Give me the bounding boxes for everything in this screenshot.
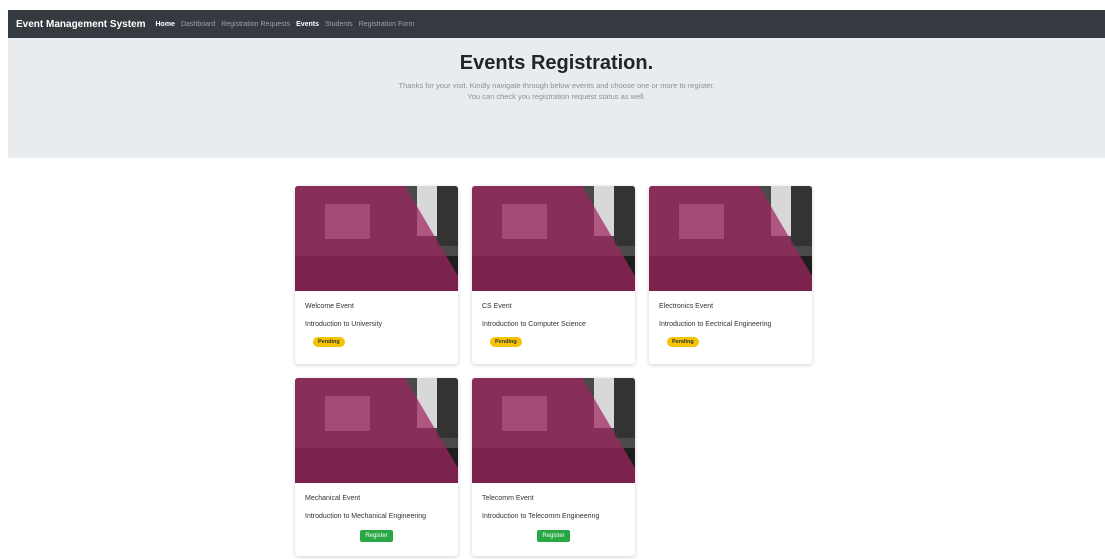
event-description: Introduction to University xyxy=(305,321,383,328)
event-title: CS Event xyxy=(482,303,512,310)
nav-dashboard[interactable]: Dashboard xyxy=(181,21,215,28)
event-description: Introduction to Computer Science xyxy=(482,321,586,328)
event-card: Welcome Event Introduction to University… xyxy=(295,186,458,364)
page-title: Events Registration. xyxy=(459,52,654,74)
event-image xyxy=(472,378,635,483)
event-description: Introduction to Mechanical Engineering xyxy=(305,513,427,520)
nav-registration-form[interactable]: Registration Form xyxy=(359,21,415,28)
hero-line-2: You can check you registration request s… xyxy=(467,92,646,101)
brand[interactable]: Event Management System xyxy=(16,19,146,30)
event-card: Telecomm Event Introduction to Telecomm … xyxy=(472,378,635,556)
event-cards: Welcome Event Introduction to University… xyxy=(295,186,815,556)
event-card: CS Event Introduction to Computer Scienc… xyxy=(472,186,635,364)
navbar: Event Management System Home Dashboard R… xyxy=(8,10,1105,38)
register-button[interactable]: Register xyxy=(537,530,570,542)
event-title: Welcome Event xyxy=(305,303,354,310)
event-image xyxy=(295,378,458,483)
hero-line-1: Thanks for your visit. Kindly navigate t… xyxy=(398,81,715,90)
hero-text: Thanks for your visit. Kindly navigate t… xyxy=(8,80,1105,102)
event-image xyxy=(472,186,635,291)
status-badge: Pending xyxy=(490,337,522,347)
event-description: Introduction to Telecomm Engineering xyxy=(482,513,600,520)
nav-students[interactable]: Students xyxy=(325,21,353,28)
nav-home[interactable]: Home xyxy=(156,21,175,28)
event-image xyxy=(295,186,458,291)
status-badge: Pending xyxy=(667,337,699,347)
event-card: Electronics Event Introduction to Eectri… xyxy=(649,186,812,364)
event-card: Mechanical Event Introduction to Mechani… xyxy=(295,378,458,556)
event-title: Telecomm Event xyxy=(482,495,534,502)
event-title: Mechanical Event xyxy=(305,495,361,502)
event-title: Electronics Event xyxy=(659,303,714,310)
nav-events[interactable]: Events xyxy=(296,21,319,28)
event-description: Introduction to Eectrical Engineering xyxy=(659,321,772,328)
status-badge: Pending xyxy=(313,337,345,347)
register-button[interactable]: Register xyxy=(360,530,393,542)
hero: Events Registration. Thanks for your vis… xyxy=(8,38,1105,158)
nav-registration-requests[interactable]: Registration Requests xyxy=(221,21,290,28)
event-image xyxy=(649,186,812,291)
